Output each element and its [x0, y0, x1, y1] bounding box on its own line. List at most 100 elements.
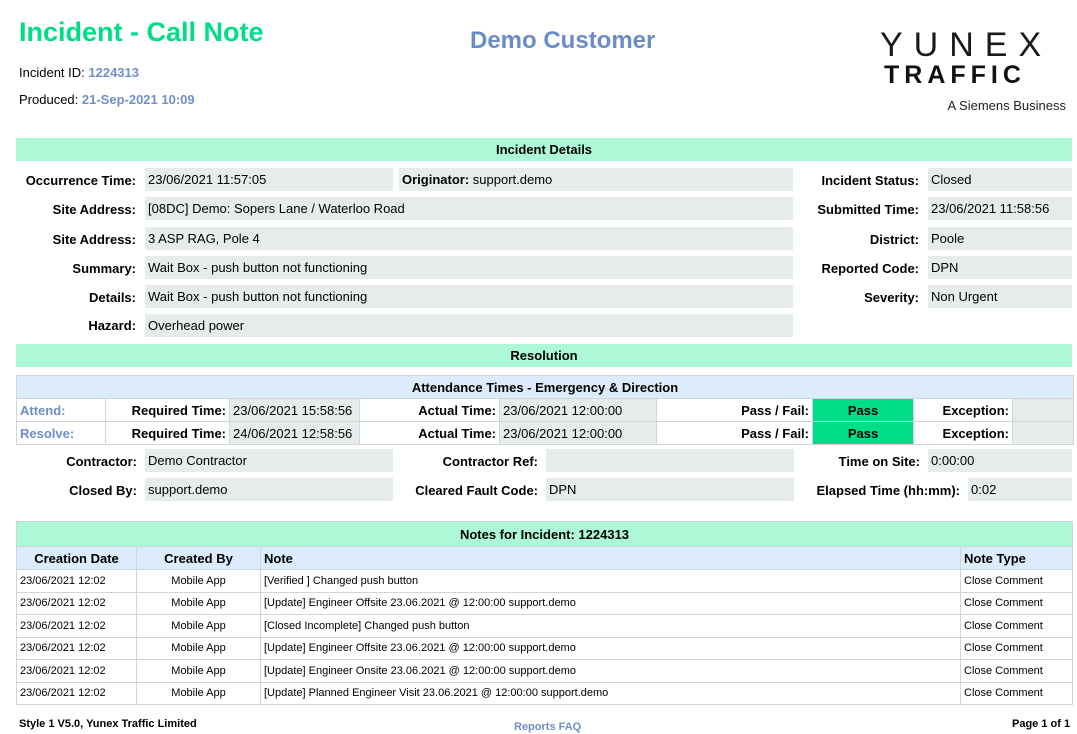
- incident-id-line: Incident ID: 1224313: [19, 65, 139, 80]
- customer-name: Demo Customer: [470, 27, 656, 54]
- resolve-required-label: Required Time:: [105, 421, 230, 445]
- footer-version: Style 1 V5.0, Yunex Traffic Limited: [19, 718, 197, 730]
- reported-code-label: Reported Code:: [821, 261, 920, 276]
- note-row: 23/06/2021 12:02 Mobile App [Verified ] Ch…: [16, 569, 1073, 593]
- attend-actual-label: Actual Time:: [359, 398, 500, 422]
- resolve-required-value: 24/06/2021 12:58:56: [229, 421, 360, 445]
- elapsed-time-label: Elapsed Time (hh:mm):: [816, 483, 960, 498]
- column-created-by: Created By: [136, 546, 261, 570]
- note-creation-date: 23/06/2021 12:02: [16, 569, 137, 593]
- note-row: 23/06/2021 12:02 Mobile App [Update] Engin…: [16, 636, 1073, 660]
- note-created-by: Mobile App: [136, 659, 261, 683]
- contractor-value: Demo Contractor: [145, 449, 393, 472]
- logo-yunex: YUNEX: [880, 26, 1053, 64]
- note-type: Close Comment: [960, 569, 1073, 593]
- note-text: [Update] Engineer Onsite 23.06.2021 @ 12…: [260, 659, 961, 683]
- note-text: [Closed Incomplete] Changed push button: [260, 614, 961, 638]
- logo-traffic: TRAFFIC: [884, 61, 1026, 89]
- column-note: Note: [260, 546, 961, 570]
- submitted-time-label: Submitted Time:: [817, 202, 919, 217]
- note-creation-date: 23/06/2021 12:02: [16, 636, 137, 660]
- hazard-value: Overhead power: [145, 314, 793, 337]
- notes-incident-id: 1224313: [578, 526, 630, 542]
- resolve-passfail-label: Pass / Fail:: [656, 421, 813, 445]
- district-label: District:: [869, 232, 919, 247]
- reports-faq-link[interactable]: Reports FAQ: [514, 721, 581, 733]
- summary-value: Wait Box - push button not functioning: [145, 256, 793, 279]
- submitted-time-value: 23/06/2021 11:58:56: [928, 197, 1072, 220]
- resolve-exception-label: Exception:: [913, 421, 1013, 445]
- time-on-site-value: 0:00:00: [928, 449, 1072, 472]
- resolve-exception-value: [1012, 421, 1074, 445]
- attend-pass-badge: Pass: [812, 398, 914, 422]
- notes-column-headers: Creation Date Created By Note Note Type: [16, 546, 1073, 570]
- attendance-table: Attendance Times - Emergency & Direction…: [16, 375, 1074, 445]
- contractor-label: Contractor:: [66, 454, 137, 469]
- cleared-fault-label: Cleared Fault Code:: [415, 483, 538, 498]
- incident-status-label: Incident Status:: [821, 173, 919, 188]
- incident-status-value: Closed: [928, 168, 1072, 191]
- note-created-by: Mobile App: [136, 681, 261, 705]
- produced-line: Produced: 21-Sep-2021 10:09: [19, 92, 195, 107]
- note-row: 23/06/2021 12:02 Mobile App [Closed Incomp…: [16, 614, 1073, 638]
- notes-table: Notes for Incident: 1224313 Creation Dat…: [16, 521, 1073, 705]
- produced-label: Produced:: [19, 92, 79, 107]
- column-creation-date: Creation Date: [16, 546, 137, 570]
- note-type: Close Comment: [960, 591, 1073, 615]
- attend-exception-value: [1012, 398, 1074, 422]
- originator-field: Originator: support.demo: [399, 168, 793, 191]
- closed-by-label: Closed By:: [69, 483, 137, 498]
- note-creation-date: 23/06/2021 12:02: [16, 681, 137, 705]
- note-created-by: Mobile App: [136, 636, 261, 660]
- attend-passfail-label: Pass / Fail:: [656, 398, 813, 422]
- attendance-row-resolve: Resolve: Required Time: 24/06/2021 12:58…: [16, 421, 1074, 445]
- note-text: [Update] Planned Engineer Visit 23.06.20…: [260, 681, 961, 705]
- hazard-label: Hazard:: [88, 318, 136, 333]
- site-address-label-2: Site Address:: [52, 232, 136, 247]
- note-text: [Update] Engineer Offsite 23.06.2021 @ 1…: [260, 591, 961, 615]
- summary-label: Summary:: [72, 261, 136, 276]
- note-type: Close Comment: [960, 636, 1073, 660]
- note-created-by: Mobile App: [136, 591, 261, 615]
- district-value: Poole: [928, 227, 1072, 250]
- resolve-actual-label: Actual Time:: [359, 421, 500, 445]
- attend-required-value: 23/06/2021 15:58:56: [229, 398, 360, 422]
- closed-by-value: support.demo: [145, 478, 393, 501]
- site-address-value-2: 3 ASP RAG, Pole 4: [145, 227, 793, 250]
- attendance-row-attend: Attend: Required Time: 23/06/2021 15:58:…: [16, 398, 1074, 422]
- incident-details-header: Incident Details: [16, 138, 1072, 161]
- originator-label: Originator:: [402, 172, 470, 187]
- note-creation-date: 23/06/2021 12:02: [16, 591, 137, 615]
- site-address-label-1: Site Address:: [52, 202, 136, 217]
- note-type: Close Comment: [960, 659, 1073, 683]
- produced-value: 21-Sep-2021 10:09: [81, 92, 195, 107]
- resolve-pass-badge: Pass: [812, 421, 914, 445]
- resolution-header: Resolution: [16, 344, 1072, 367]
- attend-actual-value: 23/06/2021 12:00:00: [499, 398, 657, 422]
- note-type: Close Comment: [960, 681, 1073, 705]
- note-creation-date: 23/06/2021 12:02: [16, 659, 137, 683]
- resolve-label: Resolve:: [16, 421, 106, 445]
- attend-exception-label: Exception:: [913, 398, 1013, 422]
- note-row: 23/06/2021 12:02 Mobile App [Update] Engin…: [16, 659, 1073, 683]
- attendance-title: Attendance Times - Emergency & Direction: [16, 375, 1074, 399]
- details-value: Wait Box - push button not functioning: [145, 285, 793, 308]
- resolve-actual-value: 23/06/2021 12:00:00: [499, 421, 657, 445]
- details-label: Details:: [89, 290, 136, 305]
- note-created-by: Mobile App: [136, 614, 261, 638]
- logo-tagline: A Siemens Business: [947, 98, 1066, 113]
- attend-label: Attend:: [16, 398, 106, 422]
- note-text: [Verified ] Changed push button: [260, 569, 961, 593]
- reported-code-value: DPN: [928, 256, 1072, 279]
- severity-label: Severity:: [864, 290, 919, 305]
- attend-required-label: Required Time:: [105, 398, 230, 422]
- site-address-value-1: [08DC] Demo: Sopers Lane / Waterloo Road: [145, 197, 793, 220]
- note-creation-date: 23/06/2021 12:02: [16, 614, 137, 638]
- notes-header: Notes for Incident: 1224313: [16, 521, 1073, 547]
- occurrence-time-label: Occurrence Time:: [25, 173, 136, 188]
- cleared-fault-value: DPN: [546, 478, 794, 501]
- column-note-type: Note Type: [960, 546, 1073, 570]
- incident-id-label: Incident ID:: [19, 65, 85, 80]
- severity-value: Non Urgent: [928, 285, 1072, 308]
- incident-id-value: 1224313: [88, 65, 140, 80]
